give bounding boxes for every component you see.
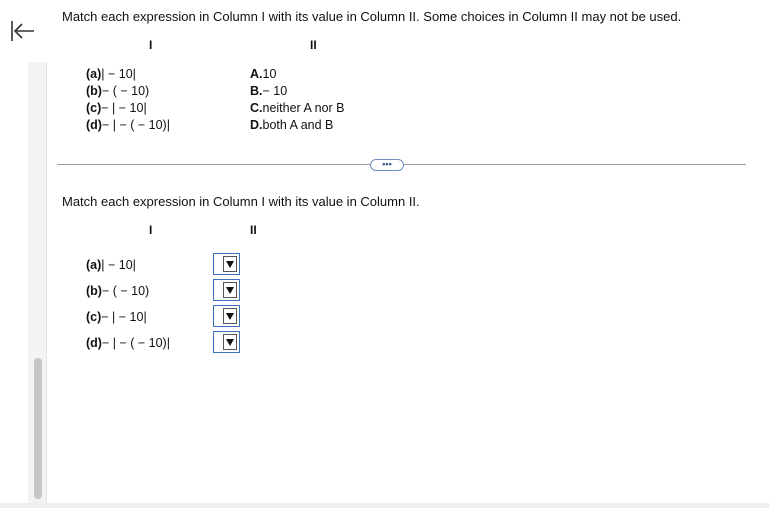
question1-choice-list: A.10 B.− 10 C.neither A nor B D.both A a… — [250, 66, 345, 134]
question1-expression-list: (a)| − 10| (b)− ( − 10) (c)− | − 10| (d)… — [86, 66, 170, 134]
expression-item: (d)− | − ( − 10)| — [86, 118, 170, 132]
choice-item: B.− 10 — [250, 84, 288, 98]
question2-col1-header: I — [149, 223, 153, 237]
choice-item: C.neither A nor B — [250, 101, 345, 115]
question1-instruction: Match each expression in Column I with i… — [62, 9, 682, 24]
expression-item: (a)| − 10| — [86, 67, 136, 81]
question2-expression-list: (a)| − 10| (b)− ( − 10) (c)− | − 10| (d)… — [86, 256, 170, 360]
answer-dropdown-c[interactable] — [213, 305, 240, 327]
answer-dropdown-d[interactable] — [213, 331, 240, 353]
question1-col1-header: I — [149, 38, 153, 52]
expression-item: (a)| − 10| — [86, 258, 136, 272]
triangle-down-icon — [223, 308, 237, 324]
scrollbar-thumb[interactable] — [34, 358, 42, 499]
expression-item: (c)− | − 10| — [86, 101, 147, 115]
triangle-down-icon — [223, 334, 237, 350]
expression-item: (b)− ( − 10) — [86, 284, 150, 298]
question2-col2-header: II — [250, 223, 257, 237]
choice-item: A.10 — [250, 67, 277, 81]
answer-dropdown-b[interactable] — [213, 279, 240, 301]
expression-item: (b)− ( − 10) — [86, 84, 150, 98]
collapse-panel-icon[interactable] — [10, 18, 36, 44]
answer-dropdown-a[interactable] — [213, 253, 240, 275]
expression-item: (c)− | − 10| — [86, 310, 147, 324]
question1-col2-header: II — [310, 38, 317, 52]
choice-item: D.both A and B — [250, 118, 334, 132]
expression-item: (d)− | − ( − 10)| — [86, 336, 170, 350]
question2-instruction: Match each expression in Column I with i… — [62, 194, 420, 209]
bottom-bar — [0, 503, 769, 508]
triangle-down-icon — [223, 256, 237, 272]
triangle-down-icon — [223, 282, 237, 298]
more-options-button[interactable]: ••• — [370, 159, 404, 171]
